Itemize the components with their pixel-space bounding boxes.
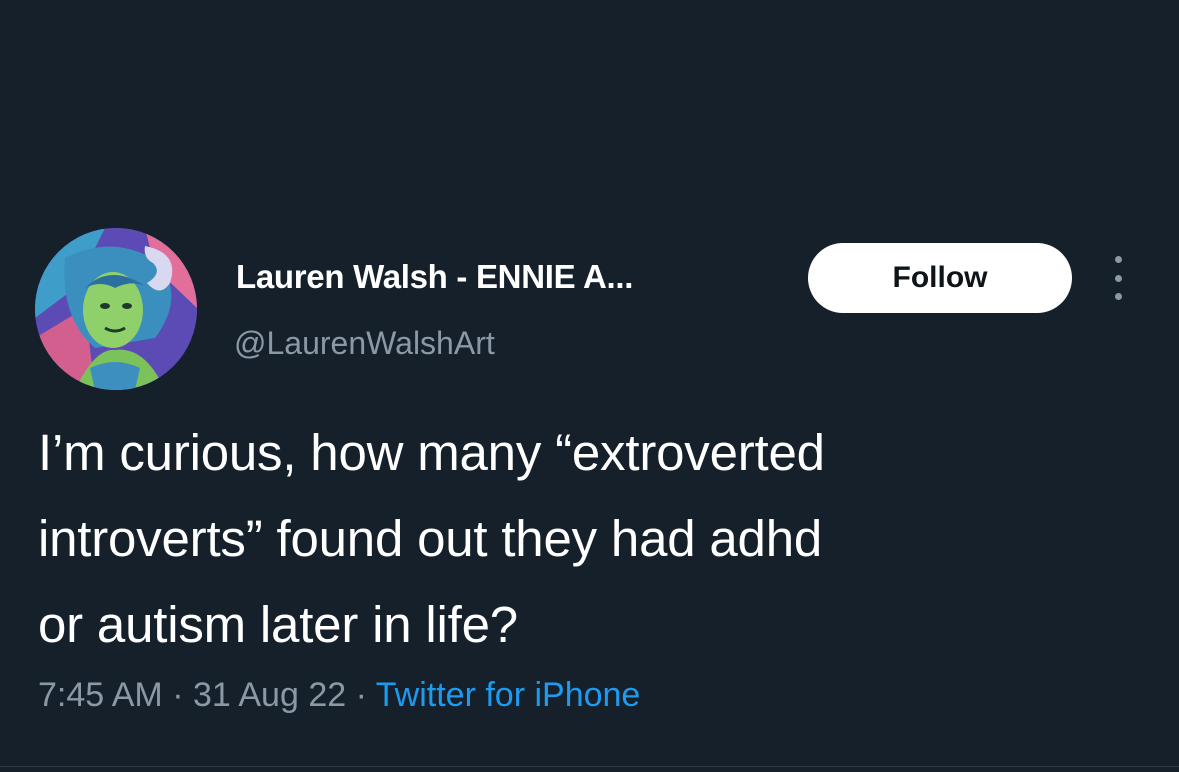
- tweet-text-line: introverts” found out they had adhd: [38, 510, 823, 567]
- tweet-time[interactable]: 7:45 AM: [38, 676, 163, 714]
- tweet-source-link[interactable]: Twitter for iPhone: [376, 676, 641, 714]
- tweet-text: I’m curious, how many “extroverted intro…: [38, 410, 1148, 668]
- tweet-date[interactable]: 31 Aug 22: [193, 676, 346, 714]
- dot: [1114, 293, 1122, 300]
- divider: [0, 766, 1179, 767]
- dot: [1114, 256, 1122, 263]
- avatar[interactable]: [35, 228, 197, 390]
- meta-separator: ·: [172, 676, 184, 714]
- follow-button[interactable]: Follow: [808, 243, 1072, 313]
- author-handle[interactable]: @LaurenWalshArt: [234, 325, 495, 362]
- more-dots-icon[interactable]: [1108, 256, 1128, 300]
- tweet-text-line: or autism later in life?: [38, 596, 518, 653]
- tweet-meta: 7:45 AM · 31 Aug 22 · Twitter for iPhone: [38, 676, 640, 715]
- screen: Lauren Walsh - ENNIE A... @LaurenWalshAr…: [0, 0, 1179, 772]
- tweet: Lauren Walsh - ENNIE A... @LaurenWalshAr…: [0, 0, 1179, 772]
- avatar-illustration-icon: [35, 228, 197, 390]
- author-display-name[interactable]: Lauren Walsh - ENNIE A...: [236, 258, 633, 296]
- tweet-text-line: I’m curious, how many “extroverted: [38, 424, 825, 481]
- meta-separator: ·: [355, 676, 367, 714]
- dot: [1114, 274, 1122, 282]
